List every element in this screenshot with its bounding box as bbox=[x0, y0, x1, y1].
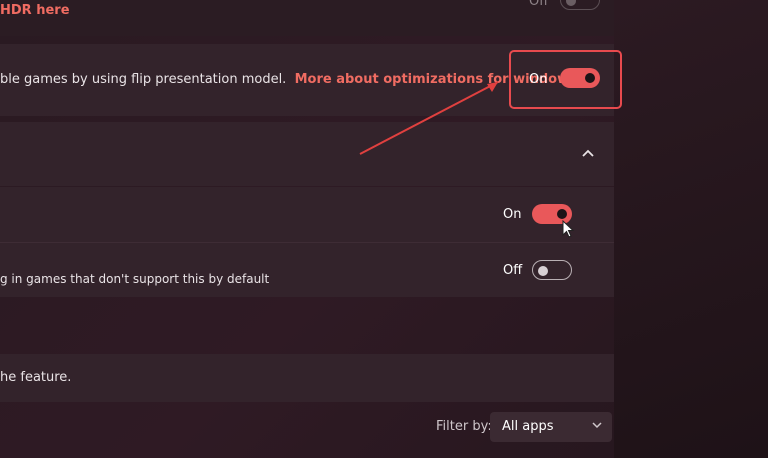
toggle-knob bbox=[566, 0, 576, 6]
toggle-knob bbox=[557, 209, 567, 219]
row-one-state-label: On bbox=[503, 207, 522, 222]
toggle-knob bbox=[538, 266, 548, 276]
mouse-pointer-icon bbox=[562, 219, 576, 242]
hdr-state-label: Off bbox=[529, 0, 549, 9]
row-two-state-label: Off bbox=[503, 263, 523, 278]
feature-text: he feature. bbox=[0, 370, 72, 385]
hdr-link[interactable]: HDR here bbox=[0, 3, 70, 18]
windowed-optimizations-description: ble games by using flip presentation mod… bbox=[0, 72, 588, 87]
filter-dropdown[interactable]: All apps bbox=[490, 412, 612, 442]
row-two-description: g in games that don't support this by de… bbox=[0, 272, 270, 286]
chevron-down-icon bbox=[592, 419, 602, 432]
expandable-section-header[interactable] bbox=[0, 122, 614, 186]
chevron-up-icon[interactable] bbox=[581, 146, 595, 162]
background-panel bbox=[614, 0, 768, 458]
filter-value: All apps bbox=[502, 419, 554, 434]
hdr-row: HDR here Off bbox=[0, 0, 614, 36]
feature-info-row: he feature. bbox=[0, 354, 614, 402]
filter-label: Filter by: bbox=[436, 419, 492, 434]
hdr-toggle[interactable] bbox=[560, 0, 600, 10]
toggle-highlight-box bbox=[509, 50, 622, 109]
sub-setting-row-one: On bbox=[0, 187, 614, 242]
sub-setting-row-two: g in games that don't support this by de… bbox=[0, 243, 614, 297]
row-two-toggle[interactable] bbox=[532, 260, 572, 280]
